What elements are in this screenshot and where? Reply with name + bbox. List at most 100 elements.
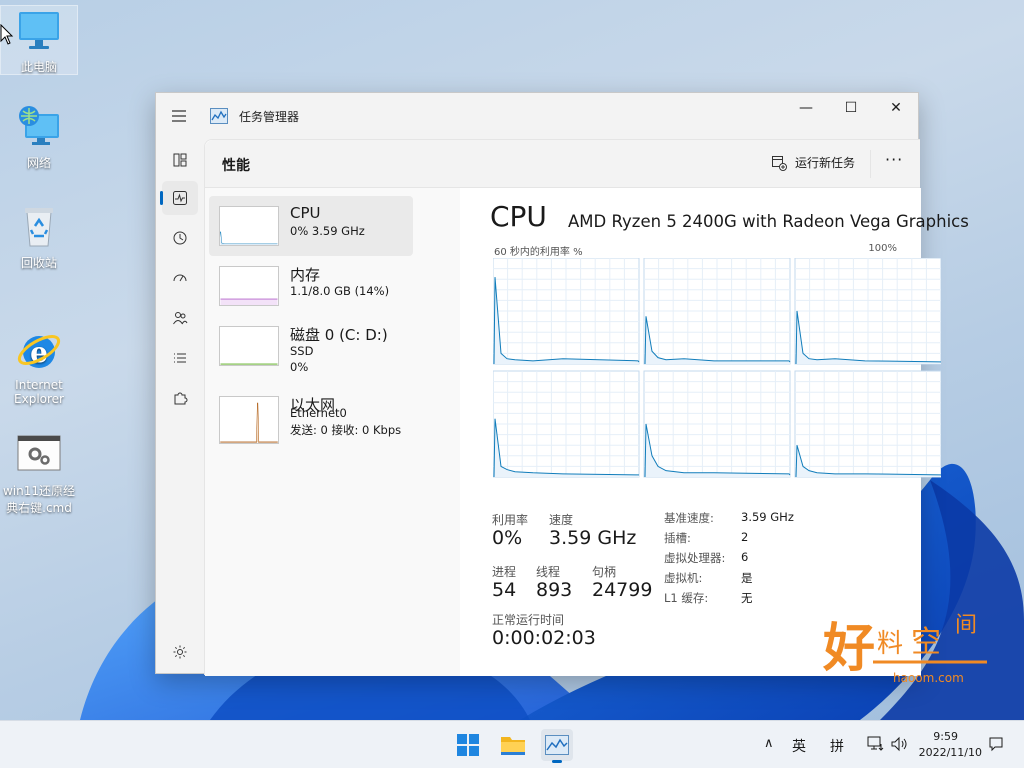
svg-text:空: 空 <box>911 625 941 660</box>
speed-label: 速度 <box>549 513 574 527</box>
disk-sparkline <box>219 326 279 366</box>
title-bar[interactable]: 任务管理器 — ☐ ✕ <box>156 93 918 139</box>
run-task-icon <box>772 155 787 171</box>
speed-value: 3.59 GHz <box>549 527 637 549</box>
info-label: 虚拟机: <box>664 571 703 585</box>
nav-app-history[interactable] <box>162 221 198 255</box>
details-list-icon <box>174 353 186 363</box>
ethernet-sparkline <box>219 396 279 444</box>
handles-label: 句柄 <box>592 565 617 579</box>
resource-detail: 0% 3.59 GHz <box>290 224 365 238</box>
memory-sparkline <box>219 266 279 306</box>
resource-item-memory[interactable]: 内存 1.1/8.0 GB (14%) <box>209 256 413 316</box>
resource-detail: 1.1/8.0 GB (14%) <box>290 284 390 298</box>
network-status-icon[interactable] <box>867 736 885 752</box>
internet-explorer-icon: e <box>15 312 63 369</box>
recycle-bin-icon <box>15 202 63 250</box>
threads-value: 893 <box>536 579 573 601</box>
resource-name: CPU <box>290 204 321 222</box>
resource-name: 磁盘 0 (C: D:) <box>290 326 388 344</box>
performance-icon <box>173 191 187 205</box>
content-area: 性能 运行新任务 ··· CPU 0% 3.59 GHz 内存 1.1/8.0 … <box>204 139 969 676</box>
header-divider <box>870 150 871 178</box>
notification-icon[interactable] <box>988 736 1004 752</box>
cpu-model-name: AMD Ryzen 5 2400G with Radeon Vega Graph… <box>568 212 969 231</box>
cpu-core-graph <box>794 370 941 478</box>
content-header: 性能 运行新任务 ··· <box>205 140 920 188</box>
windows-logo-icon <box>457 734 479 756</box>
desktop-icon-label: win11还原经 典右键.cmd <box>2 484 76 515</box>
clock-time[interactable]: 9:59 <box>933 730 958 743</box>
cpu-core-graphs <box>493 258 941 478</box>
window-title: 任务管理器 <box>239 110 300 124</box>
nav-users[interactable] <box>162 301 198 335</box>
start-button[interactable] <box>452 729 484 761</box>
tray-overflow-chevron[interactable]: ∧ <box>764 736 774 751</box>
nav-settings[interactable] <box>162 635 198 669</box>
maximize-button[interactable]: ☐ <box>828 93 874 123</box>
cmd-file-icon <box>15 416 63 471</box>
cpu-core-graph <box>794 258 941 365</box>
resource-item-disk[interactable]: 磁盘 0 (C: D:) SSD 0% <box>209 316 413 376</box>
graph-caption: 60 秒内的利用率 % <box>494 247 583 258</box>
svg-text:haoom.com: haoom.com <box>893 671 964 685</box>
close-icon: ✕ <box>890 100 902 116</box>
cpu-core-graph <box>493 370 640 478</box>
processes-value: 54 <box>492 579 517 601</box>
watermark-logo: 好 料 空 间 haoom.com <box>822 613 987 685</box>
clock-date[interactable]: 2022/11/10 <box>919 746 982 759</box>
task-manager-taskbar-button[interactable] <box>541 729 573 763</box>
minimize-button[interactable]: — <box>783 93 829 123</box>
network-icon <box>15 102 63 150</box>
resource-detail: 0% <box>290 360 309 374</box>
hamburger-menu-icon[interactable] <box>170 107 188 125</box>
desktop-icon-cmd[interactable]: win11还原经 典右键.cmd <box>0 402 78 530</box>
nav-processes[interactable] <box>162 143 198 177</box>
monitor-icon <box>15 6 63 54</box>
history-icon <box>173 231 187 245</box>
mouse-cursor-icon <box>0 24 14 45</box>
resource-name: 内存 <box>290 266 321 284</box>
cpu-core-graph <box>493 258 640 365</box>
cpu-title: CPU <box>490 200 547 233</box>
resource-list: CPU 0% 3.59 GHz 内存 1.1/8.0 GB (14%) 磁盘 0… <box>205 188 460 676</box>
info-value: 3.59 GHz <box>741 510 794 524</box>
volume-icon[interactable] <box>890 736 908 752</box>
ime-mode-indicator[interactable]: 拼 <box>830 736 844 756</box>
resource-detail: Ethernet0 <box>290 406 347 420</box>
svg-text:料: 料 <box>877 629 903 659</box>
utilization-label: 利用率 <box>492 513 529 527</box>
info-value: 无 <box>741 591 753 605</box>
page-title: 性能 <box>222 158 250 174</box>
gear-icon <box>173 645 187 659</box>
nav-performance[interactable] <box>160 181 198 215</box>
cpu-sparkline <box>219 206 279 246</box>
threads-label: 线程 <box>536 565 561 579</box>
file-explorer-button[interactable] <box>497 729 529 761</box>
info-label: 插槽: <box>664 531 691 545</box>
services-puzzle-icon <box>174 392 188 405</box>
more-options-button[interactable]: ··· <box>885 150 903 169</box>
desktop-icon-network[interactable]: 网络 <box>0 102 78 171</box>
svg-text:间: 间 <box>955 613 977 638</box>
run-new-task-button[interactable]: 运行新任务 <box>771 154 855 171</box>
nav-services[interactable] <box>162 381 198 415</box>
resource-detail: 发送: 0 接收: 0 Kbps <box>290 423 402 437</box>
uptime-value: 0:00:02:03 <box>492 627 596 649</box>
maximize-icon: ☐ <box>844 100 858 116</box>
nav-details[interactable] <box>162 341 198 375</box>
desktop-icon-label: 网络 <box>26 156 51 170</box>
nav-startup[interactable] <box>162 261 198 295</box>
desktop-icon-label: 回收站 <box>20 256 57 270</box>
close-button[interactable]: ✕ <box>873 93 919 123</box>
ime-language-indicator[interactable]: 英 <box>792 736 806 756</box>
resource-item-ethernet[interactable]: 以太网 Ethernet0 发送: 0 接收: 0 Kbps <box>209 386 413 446</box>
desktop-icon-recycle-bin[interactable]: 回收站 <box>0 202 78 271</box>
startup-speedometer-icon <box>173 274 187 282</box>
info-value: 2 <box>741 530 749 544</box>
resource-item-cpu[interactable]: CPU 0% 3.59 GHz <box>209 196 413 256</box>
cpu-core-graph <box>643 370 791 478</box>
info-label: 基准速度: <box>664 511 714 525</box>
task-manager-icon <box>545 735 569 755</box>
handles-value: 24799 <box>592 579 653 601</box>
